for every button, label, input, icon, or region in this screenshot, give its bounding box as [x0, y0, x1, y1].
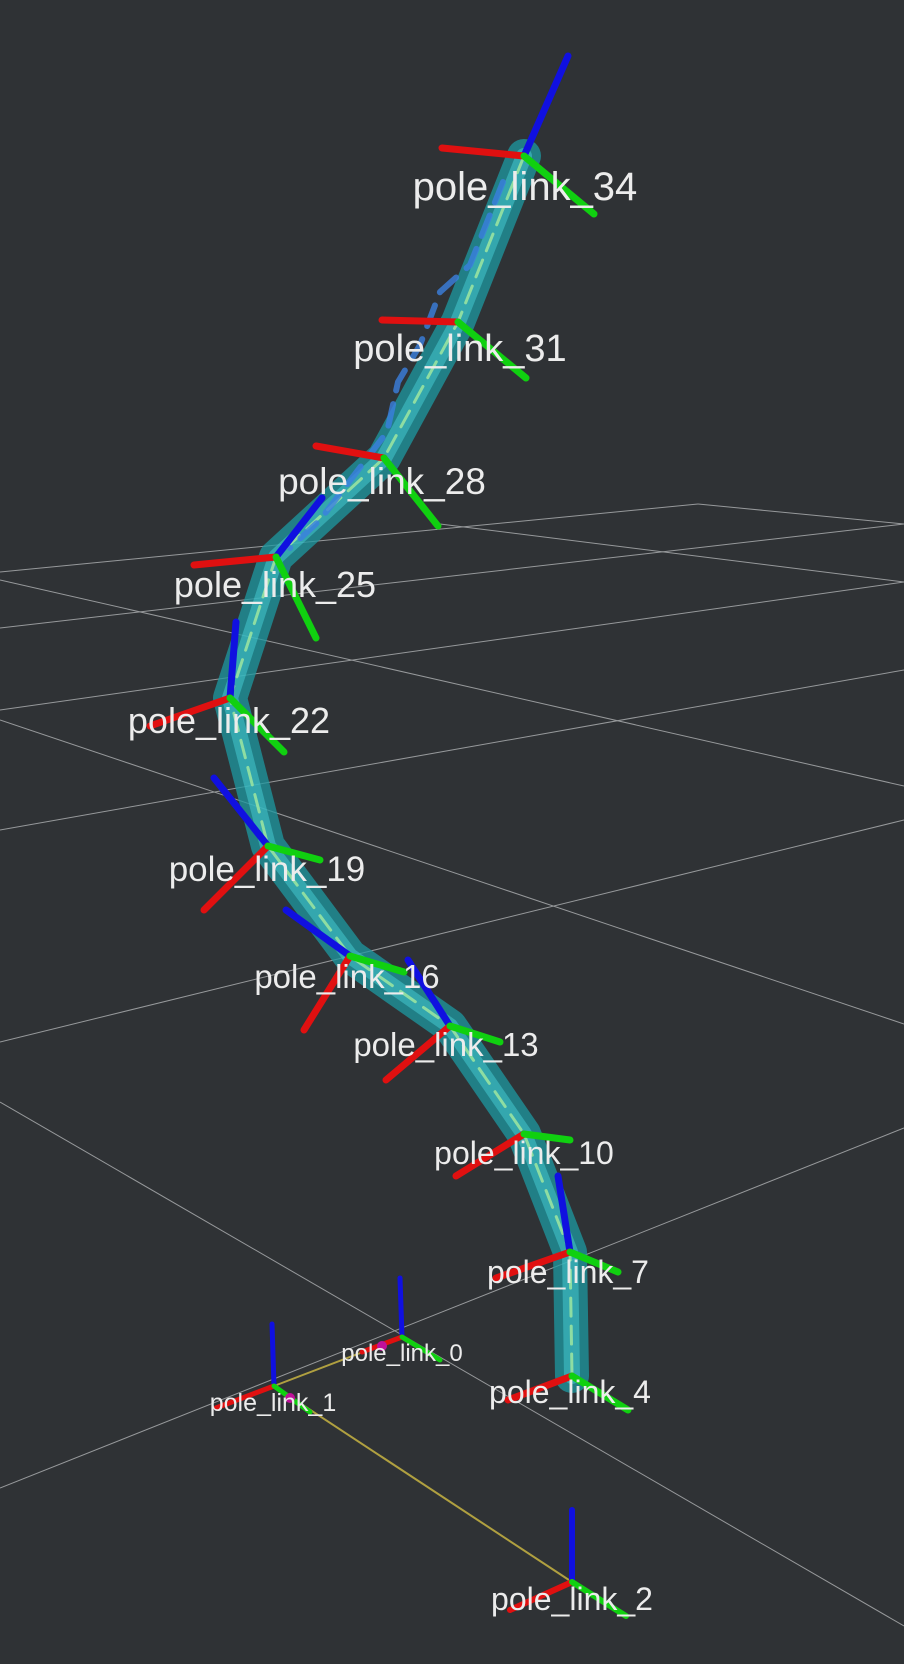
frame-label-pole_link_0: pole_link_0	[341, 1340, 462, 1367]
frame-label-pole_link_34: pole_link_34	[413, 165, 638, 209]
frame-label-pole_link_10: pole_link_10	[434, 1135, 614, 1171]
frame-labels: pole_link_34 pole_link_31 pole_link_28 p…	[128, 165, 653, 1617]
scene-svg[interactable]: pole_link_34 pole_link_31 pole_link_28 p…	[0, 0, 904, 1664]
frame-label-pole_link_2: pole_link_2	[491, 1581, 653, 1617]
frame-label-pole_link_7: pole_link_7	[487, 1254, 649, 1290]
frame-label-pole_link_4: pole_link_4	[489, 1374, 651, 1410]
frame-label-pole_link_31: pole_link_31	[353, 328, 566, 370]
frame-label-pole_link_25: pole_link_25	[174, 564, 376, 605]
frame-label-pole_link_1: pole_link_1	[210, 1389, 337, 1417]
3d-viewport[interactable]: pole_link_34 pole_link_31 pole_link_28 p…	[0, 0, 904, 1664]
frame-label-pole_link_22: pole_link_22	[128, 700, 330, 741]
ground-grid	[0, 503, 904, 1627]
frame-label-pole_link_19: pole_link_19	[169, 850, 366, 889]
frame-label-pole_link_16: pole_link_16	[254, 958, 439, 995]
frame-label-pole_link_28: pole_link_28	[278, 461, 486, 502]
frame-label-pole_link_13: pole_link_13	[353, 1026, 538, 1063]
